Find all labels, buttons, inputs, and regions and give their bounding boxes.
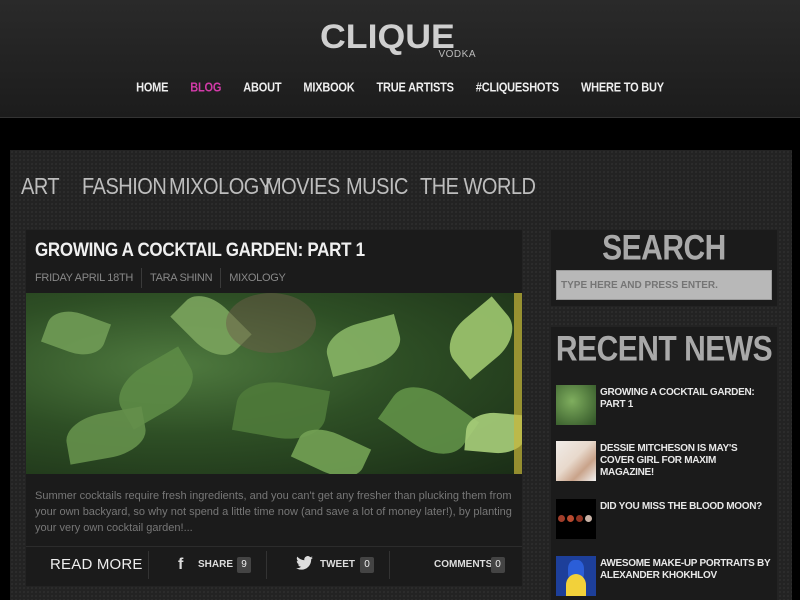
clique-vodka-logo[interactable]: CLIQUE VODKA — [320, 18, 482, 62]
recent-news-item[interactable]: AWESOME MAKE-UP PORTRAITS BY ALEXANDER K… — [556, 556, 774, 596]
logo-wordmark: CLIQUE — [320, 18, 455, 56]
category-the-world[interactable]: THE WORLD — [420, 174, 536, 200]
comments-button[interactable]: COMMENTS — [434, 559, 492, 570]
share-button[interactable]: SHARE — [198, 559, 233, 570]
site-header: CLIQUE VODKA HOME BLOG ABOUT MIXBOOK TRU… — [0, 0, 800, 118]
post-actions: READ MORE f SHARE 9 TWEET 0 COMMENTS 0 — [26, 546, 522, 582]
post-author[interactable]: TARA SHINN — [141, 268, 220, 288]
search-widget: SEARCH — [551, 228, 777, 306]
comments-count: 0 — [491, 557, 505, 573]
category-music[interactable]: MUSIC — [346, 174, 408, 200]
post-meta: FRIDAY APRIL 18TH TARA SHINN MIXOLOGY — [35, 268, 294, 288]
category-nav: ART FASHION MIXOLOGY MOVIES MUSIC THE WO… — [10, 150, 792, 210]
twitter-icon[interactable] — [296, 556, 313, 575]
logo-subtext: VODKA — [438, 49, 476, 60]
category-movies[interactable]: MOVIES — [265, 174, 340, 200]
recent-news-item[interactable]: DID YOU MISS THE BLOOD MOON? — [556, 499, 774, 539]
category-fashion[interactable]: FASHION — [82, 174, 167, 200]
nav-about[interactable]: ABOUT — [243, 81, 281, 95]
category-art[interactable]: ART — [21, 174, 60, 200]
facebook-icon[interactable]: f — [178, 556, 183, 574]
recent-news-heading: RECENT NEWS — [555, 329, 773, 369]
main-nav: HOME BLOG ABOUT MIXBOOK TRUE ARTISTS #CL… — [0, 81, 800, 95]
post-title[interactable]: GROWING A COCKTAIL GARDEN: PART 1 — [35, 239, 365, 262]
blog-post-card: GROWING A COCKTAIL GARDEN: PART 1 FRIDAY… — [26, 230, 522, 586]
post-category[interactable]: MIXOLOGY — [220, 268, 293, 288]
category-mixology[interactable]: MIXOLOGY — [169, 174, 272, 200]
post-date: FRIDAY APRIL 18TH — [35, 272, 134, 284]
news-thumbnail-portrait[interactable] — [556, 556, 596, 596]
news-thumbnail-garden[interactable] — [556, 385, 596, 425]
nav-mixbook[interactable]: MIXBOOK — [303, 81, 354, 95]
post-featured-image[interactable] — [26, 293, 522, 474]
nav-where-to-buy[interactable]: WHERE TO BUY — [581, 81, 664, 95]
share-count: 9 — [237, 557, 251, 573]
recent-news-item[interactable]: DESSIE MITCHESON IS MAY'S COVER GIRL FOR… — [556, 441, 774, 481]
search-heading: SEARCH — [602, 228, 726, 268]
tweet-count: 0 — [360, 557, 374, 573]
recent-news-widget: RECENT NEWS GROWING A COCKTAIL GARDEN: P… — [551, 327, 777, 600]
nav-cliqueshots[interactable]: #CLIQUESHOTS — [476, 81, 559, 95]
news-title[interactable]: AWESOME MAKE-UP PORTRAITS BY ALEXANDER K… — [600, 558, 772, 582]
nav-blog[interactable]: BLOG — [190, 81, 221, 95]
nav-home[interactable]: HOME — [136, 81, 168, 95]
news-title[interactable]: DID YOU MISS THE BLOOD MOON? — [600, 501, 772, 513]
nav-true-artists[interactable]: TRUE ARTISTS — [377, 81, 454, 95]
news-thumbnail-blood-moon[interactable] — [556, 499, 596, 539]
read-more-button[interactable]: READ MORE — [50, 556, 143, 573]
tweet-button[interactable]: TWEET — [320, 559, 355, 570]
news-title[interactable]: DESSIE MITCHESON IS MAY'S COVER GIRL FOR… — [600, 443, 772, 479]
news-title[interactable]: GROWING A COCKTAIL GARDEN: PART 1 — [600, 387, 772, 411]
search-input[interactable] — [556, 270, 772, 300]
recent-news-item[interactable]: GROWING A COCKTAIL GARDEN: PART 1 — [556, 385, 774, 425]
post-excerpt: Summer cocktails require fresh ingredien… — [35, 490, 512, 534]
news-thumbnail-cover-girl[interactable] — [556, 441, 596, 481]
